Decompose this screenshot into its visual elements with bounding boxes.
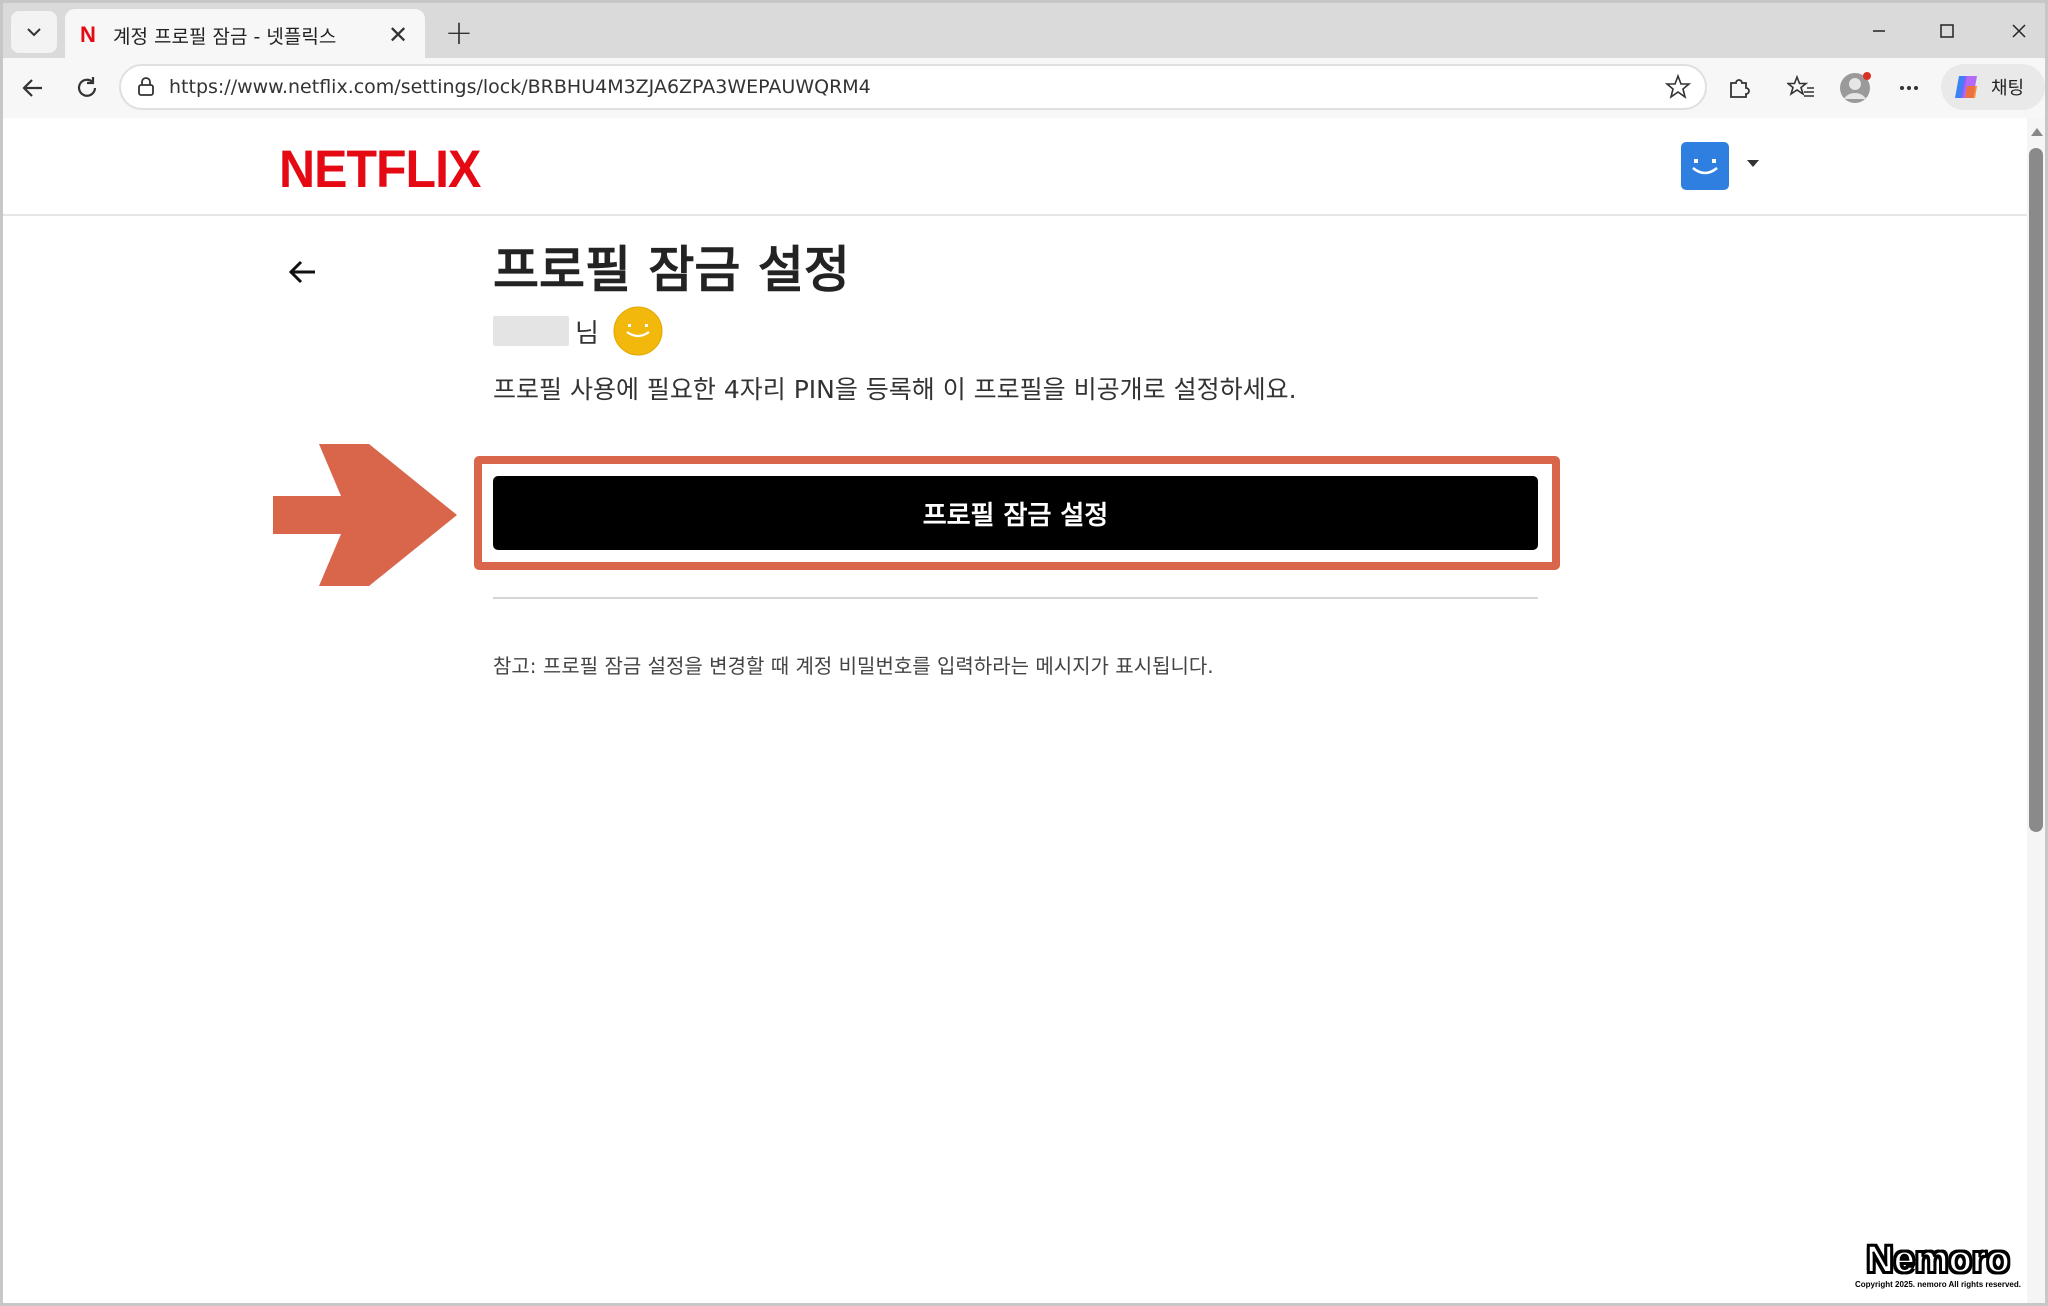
password-note: 참고: 프로필 잠금 설정을 변경할 때 계정 비밀번호를 입력하라는 메시지가… [493, 654, 1214, 678]
favorites-button[interactable] [1781, 68, 1821, 108]
copilot-icon [1955, 76, 1977, 98]
chevron-down-icon [27, 28, 41, 37]
highlight-arrow-icon [273, 444, 457, 586]
divider [493, 597, 1538, 599]
profile-menu-caret-icon[interactable] [1747, 160, 1759, 167]
favorites-icon [1787, 75, 1814, 97]
netflix-logo[interactable]: NETFLIX [279, 139, 481, 200]
scroll-up-icon[interactable] [2031, 128, 2043, 136]
profile-name-redacted [493, 316, 569, 346]
back-button[interactable] [13, 68, 53, 108]
star-icon[interactable] [1665, 74, 1691, 100]
tab-search-button[interactable] [11, 11, 57, 53]
page-title: 프로필 잠금 설정 [493, 241, 850, 299]
profile-emoji-icon [613, 306, 663, 356]
more-menu-button[interactable] [1889, 68, 1929, 108]
watermark: Nemoro Copyright 2025. nemoro All rights… [1840, 1239, 2036, 1289]
watermark-main: Nemoro [1865, 1239, 2011, 1281]
profile-avatar[interactable] [1681, 142, 1729, 190]
browser-toolbar: https://www.netflix.com/settings/lock/BR… [0, 58, 2048, 118]
smile-face-icon [1692, 159, 1718, 175]
watermark-copyright: Copyright 2025. nemoro All rights reserv… [1855, 1280, 2021, 1289]
page-description: 프로필 사용에 필요한 4자리 PIN을 등록해 이 프로필을 비공개로 설정하… [493, 375, 1297, 404]
maximize-button[interactable] [1917, 11, 1977, 51]
new-tab-button[interactable]: + [439, 13, 479, 53]
active-tab[interactable]: N 계정 프로필 잠금 - 넷플릭스 ✕ [65, 9, 425, 61]
profile-info: 님 [493, 306, 663, 356]
set-profile-lock-button[interactable]: 프로필 잠금 설정 [493, 476, 1538, 550]
scrollbar-thumb[interactable] [2029, 148, 2043, 832]
profile-button[interactable] [1835, 68, 1875, 108]
minimize-icon [1873, 30, 1885, 32]
extensions-button[interactable] [1719, 68, 1759, 108]
copilot-chat-button[interactable]: 채팅 [1941, 64, 2045, 110]
refresh-button[interactable] [67, 68, 107, 108]
more-icon [1900, 86, 1918, 90]
maximize-icon [1940, 24, 1954, 38]
copilot-label: 채팅 [1991, 78, 2025, 99]
close-icon [2012, 24, 2026, 38]
tab-title: 계정 프로필 잠금 - 넷플릭스 [113, 25, 337, 48]
site-info-icon[interactable] [135, 76, 157, 98]
puzzle-icon [1730, 79, 1750, 98]
back-arrow-icon[interactable] [285, 254, 321, 290]
tab-close-icon[interactable]: ✕ [385, 21, 411, 49]
close-window-button[interactable] [1989, 11, 2048, 51]
profile-honorific: 님 [575, 318, 599, 349]
address-bar[interactable]: https://www.netflix.com/settings/lock/BR… [119, 64, 1707, 110]
user-avatar-icon [1840, 72, 1871, 103]
minimize-button[interactable] [1849, 11, 1909, 51]
tab-bar: N 계정 프로필 잠금 - 넷플릭스 ✕ + [0, 0, 2048, 61]
arrow-left-icon [22, 79, 42, 97]
refresh-icon [77, 77, 97, 97]
netflix-favicon-icon: N [80, 22, 96, 47]
page-viewport: NETFLIX 프로필 잠금 설정 님 프로필 사용에 필요한 4자리 PIN을… [0, 118, 2048, 1306]
url-text[interactable]: https://www.netflix.com/settings/lock/BR… [169, 76, 1665, 98]
site-header: NETFLIX [3, 118, 2027, 216]
